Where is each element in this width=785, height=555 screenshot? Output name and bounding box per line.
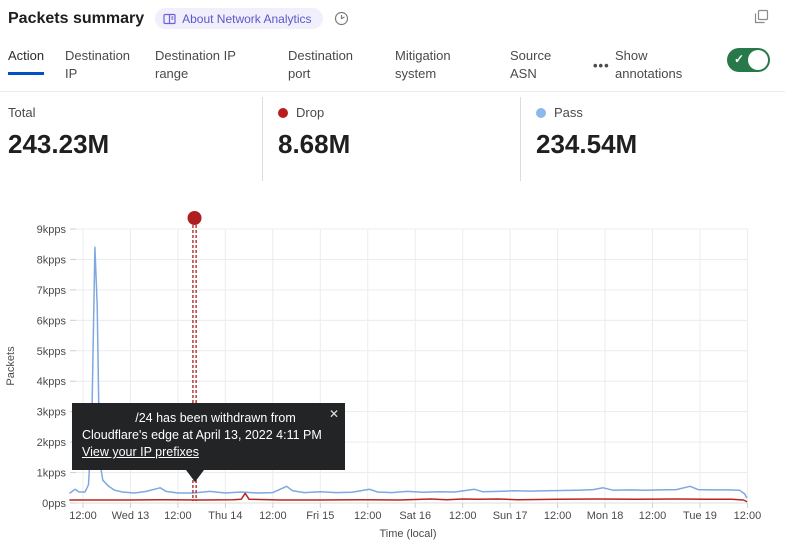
chart-canvas[interactable]: 0pps 1kpps 2kpps 3kpps 4kpps 5kpps 6kpps 7kpps 8…	[0, 210, 785, 555]
svg-text:Tue 19: Tue 19	[683, 510, 717, 522]
svg-text:5kpps: 5kpps	[37, 346, 67, 358]
svg-text:0pps: 0pps	[42, 498, 66, 510]
tab-bar: Action Destination IP Destination IP ran…	[0, 47, 785, 91]
page-title: Packets summary	[8, 10, 144, 28]
svg-text:12:00: 12:00	[69, 510, 97, 522]
show-annotations-label: Show annotations	[615, 47, 703, 83]
stat-divider	[262, 97, 263, 181]
stat-total: Total 243.23M	[8, 105, 109, 160]
tooltip-line2: Cloudflare's edge at April 13, 2022 4:11…	[82, 427, 335, 444]
svg-text:Sat 16: Sat 16	[399, 510, 431, 522]
tab-mitigation-system[interactable]: Mitigation system	[395, 47, 471, 83]
svg-text:7kpps: 7kpps	[37, 285, 67, 297]
svg-text:9kpps: 9kpps	[37, 224, 67, 236]
svg-text:8kpps: 8kpps	[37, 254, 67, 266]
svg-text:2kpps: 2kpps	[37, 437, 67, 449]
stat-pass-value: 234.54M	[536, 129, 637, 160]
about-network-analytics-badge[interactable]: About Network Analytics	[155, 8, 322, 29]
more-tabs-icon[interactable]: •••	[593, 58, 610, 73]
annotation-tooltip: ✕ /24 has been withdrawn from Cloudflare…	[72, 403, 345, 470]
stat-pass: Pass 234.54M	[536, 105, 637, 160]
svg-text:3kpps: 3kpps	[37, 407, 67, 419]
tab-source-asn[interactable]: Source ASN	[510, 47, 566, 83]
svg-text:12:00: 12:00	[449, 510, 477, 522]
tooltip-tail	[186, 470, 204, 482]
svg-text:12:00: 12:00	[734, 510, 762, 522]
header: Packets summary About Network Analytics	[8, 8, 349, 29]
stat-total-value: 243.23M	[8, 129, 109, 160]
book-icon	[163, 13, 176, 25]
svg-text:12:00: 12:00	[259, 510, 287, 522]
svg-text:Fri 15: Fri 15	[306, 510, 334, 522]
svg-text:6kpps: 6kpps	[37, 315, 67, 327]
view-ip-prefixes-link[interactable]: View your IP prefixes	[82, 444, 199, 461]
svg-text:12:00: 12:00	[639, 510, 667, 522]
tooltip-line1: /24 has been withdrawn from	[82, 410, 335, 427]
stat-pass-label: Pass	[554, 105, 583, 120]
svg-text:Mon 18: Mon 18	[587, 510, 624, 522]
svg-text:Time (local): Time (local)	[379, 528, 436, 540]
expand-window-icon[interactable]	[754, 9, 769, 29]
show-annotations-toggle[interactable]: ✓	[727, 48, 770, 72]
tab-destination-ip-range[interactable]: Destination IP range	[155, 47, 251, 83]
close-icon[interactable]: ✕	[329, 406, 339, 423]
svg-text:12:00: 12:00	[164, 510, 192, 522]
svg-text:12:00: 12:00	[354, 510, 382, 522]
tabs-divider	[0, 91, 785, 92]
toggle-knob	[748, 50, 768, 70]
svg-text:4kpps: 4kpps	[37, 376, 67, 388]
svg-text:12:00: 12:00	[544, 510, 572, 522]
stat-drop: Drop 8.68M	[278, 105, 350, 160]
badge-label: About Network Analytics	[182, 12, 311, 26]
tab-destination-port[interactable]: Destination port	[288, 47, 368, 83]
pass-legend-dot	[536, 108, 546, 118]
svg-text:Thu 14: Thu 14	[208, 510, 242, 522]
drop-legend-dot	[278, 108, 288, 118]
stats-row: Total 243.23M Drop 8.68M Pass 234.54M	[0, 95, 785, 183]
svg-text:Packets: Packets	[5, 346, 17, 386]
stat-divider	[520, 97, 521, 181]
time-range-icon[interactable]	[334, 11, 349, 26]
packets-chart: 0pps 1kpps 2kpps 3kpps 4kpps 5kpps 6kpps 7kpps 8…	[0, 210, 785, 555]
tab-action[interactable]: Action	[8, 47, 44, 75]
stat-total-label: Total	[8, 105, 35, 120]
stat-drop-label: Drop	[296, 105, 324, 120]
tab-destination-ip[interactable]: Destination IP	[65, 47, 139, 83]
stat-drop-value: 8.68M	[278, 129, 350, 160]
svg-text:Sun 17: Sun 17	[493, 510, 528, 522]
check-icon: ✓	[734, 52, 744, 66]
svg-text:1kpps: 1kpps	[37, 468, 67, 480]
svg-text:Wed 13: Wed 13	[112, 510, 150, 522]
